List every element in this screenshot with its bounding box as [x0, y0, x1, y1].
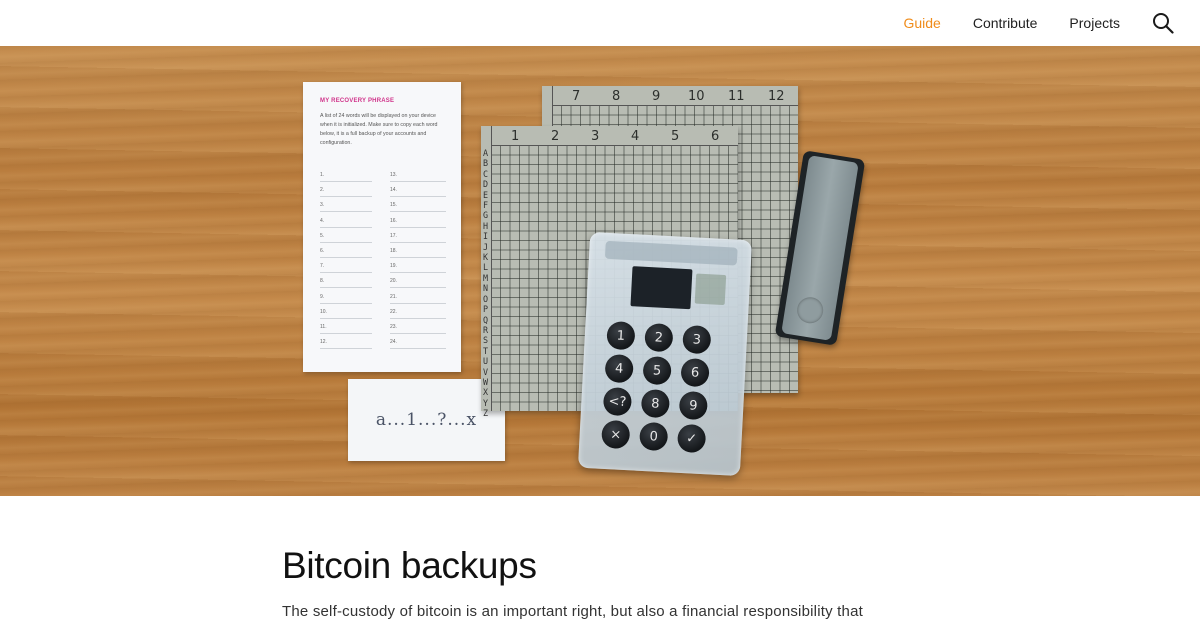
device-key: <? — [602, 386, 633, 417]
word-number: 16. — [390, 217, 397, 224]
device-key: 0 — [638, 421, 669, 452]
word-number: 13. — [390, 172, 397, 178]
grid-back-header — [542, 86, 798, 106]
device-key: 8 — [640, 388, 671, 419]
recovery-word-row: 2. 14. — [320, 187, 450, 202]
grid-front-number: 3 — [591, 129, 600, 144]
grid-front-number: 5 — [671, 129, 680, 144]
recovery-word-row: 1. 13. — [320, 172, 450, 187]
word-number: 18. — [390, 247, 397, 254]
device-key: 1 — [606, 320, 636, 351]
grid-front-number: 6 — [711, 129, 720, 144]
handwritten-note-text: a...1...?...x — [375, 410, 478, 430]
recovery-word-row: 6. 18. — [320, 248, 450, 263]
grid-back-number: 8 — [612, 89, 621, 104]
nav-item-contribute[interactable]: Contribute — [973, 15, 1038, 31]
word-number: 8. — [320, 278, 325, 285]
device-chip — [694, 273, 727, 306]
grid-back-number: 7 — [572, 89, 581, 104]
device-top-label — [604, 240, 738, 266]
search-icon[interactable] — [1152, 12, 1174, 34]
device-key: 3 — [682, 324, 712, 355]
nav-item-guide[interactable]: Guide — [903, 15, 940, 31]
word-number: 4. — [320, 217, 325, 224]
word-number: 9. — [320, 293, 325, 300]
device-key: 4 — [604, 353, 634, 384]
main-nav: Guide Contribute Projects — [903, 0, 1200, 46]
nav-item-projects[interactable]: Projects — [1069, 15, 1120, 31]
device-keypad: 1 2 3 4 5 6 <? 8 9 × 0 ✓ — [601, 320, 714, 454]
page-title: Bitcoin backups — [282, 545, 537, 586]
recovery-card-title: MY RECOVERY PHRASE — [320, 98, 395, 104]
device-key: × — [601, 419, 631, 450]
grid-back-number: 10 — [688, 89, 705, 104]
recovery-word-row: 10. 22. — [320, 309, 450, 324]
word-number: 24. — [390, 339, 397, 346]
grid-front-number: 2 — [551, 129, 560, 144]
device-key: ✓ — [676, 423, 707, 454]
grid-back-number: 12 — [768, 89, 785, 104]
word-number: 6. — [320, 247, 325, 254]
word-number: 17. — [390, 232, 397, 239]
recovery-word-row: 8. 20. — [320, 278, 450, 293]
recovery-word-row: 3. 15. — [320, 202, 450, 217]
recovery-phrase-card: MY RECOVERY PHRASE A list of 24 words wi… — [303, 82, 461, 372]
word-number: 22. — [390, 308, 397, 315]
word-number: 11. — [320, 323, 327, 330]
recovery-word-row: 5. 17. — [320, 233, 450, 248]
hero-image: MY RECOVERY PHRASE A list of 24 words wi… — [0, 46, 1200, 496]
word-number: 20. — [390, 278, 397, 285]
word-number: 5. — [320, 232, 325, 239]
word-number: 23. — [390, 323, 397, 330]
recovery-word-row: 12. 24. — [320, 339, 450, 354]
usb-wallet-button — [795, 295, 826, 326]
article-intro: The self-custody of bitcoin is an import… — [282, 603, 863, 620]
word-number: 21. — [390, 293, 397, 300]
word-number: 12. — [320, 339, 327, 346]
top-navigation-bar: Guide Contribute Projects — [0, 0, 1200, 46]
grid-back-number: 9 — [652, 89, 661, 104]
device-key: 5 — [642, 355, 672, 386]
grid-front-letters: ABCDEFGHIJKLMNOPQRSTUVWXYZ — [483, 148, 489, 419]
grid-back-number: 11 — [728, 89, 745, 104]
recovery-word-rows: 1. 13. 2. 14. 3. 15. 4. 16. 5. 17. 6. 18. 7. 19. 8. 20.… — [320, 172, 450, 354]
word-number: 10. — [320, 308, 327, 315]
hardware-wallet-device: 1 2 3 4 5 6 <? 8 9 × 0 ✓ — [577, 231, 753, 477]
word-number: 15. — [390, 202, 397, 209]
word-number: 19. — [390, 263, 397, 270]
recovery-word-row: 9. 21. — [320, 294, 450, 309]
device-key: 6 — [680, 357, 710, 388]
grid-front-number: 4 — [631, 129, 640, 144]
search-icon-glyph — [1153, 13, 1174, 34]
device-screen — [630, 266, 693, 310]
recovery-word-row: 4. 16. — [320, 218, 450, 233]
recovery-word-row: 7. 19. — [320, 263, 450, 278]
word-number: 2. — [320, 187, 325, 194]
word-number: 3. — [320, 202, 325, 209]
word-number: 7. — [320, 263, 325, 270]
recovery-card-text: A list of 24 words will be displayed on … — [320, 113, 438, 146]
recovery-word-row: 11. 23. — [320, 324, 450, 339]
grid-front-number: 1 — [511, 129, 520, 144]
grid-front-header — [481, 126, 738, 146]
word-number: 14. — [390, 187, 397, 194]
word-number: 1. — [320, 172, 325, 178]
device-key: 2 — [644, 322, 674, 353]
device-key: 9 — [678, 390, 709, 421]
